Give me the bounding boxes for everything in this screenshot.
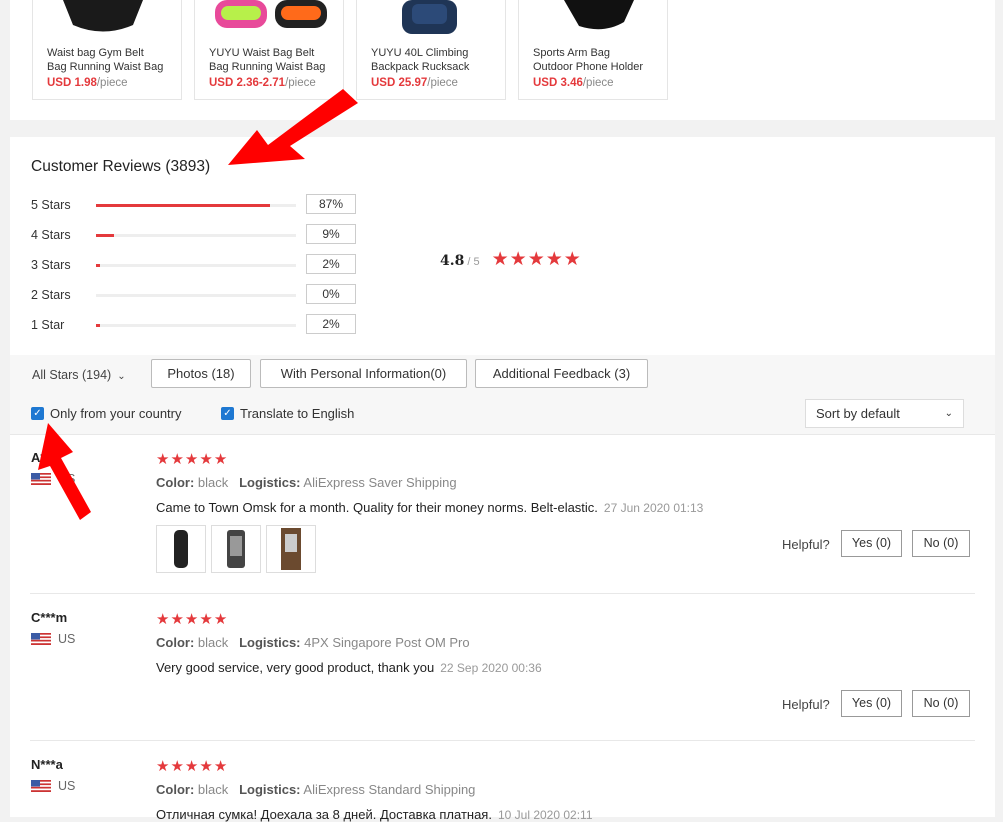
- annotation-arrows: [38, 89, 358, 520]
- arrow-to-reviews-title: [228, 89, 358, 165]
- arrow-to-country-checkbox: [38, 423, 91, 520]
